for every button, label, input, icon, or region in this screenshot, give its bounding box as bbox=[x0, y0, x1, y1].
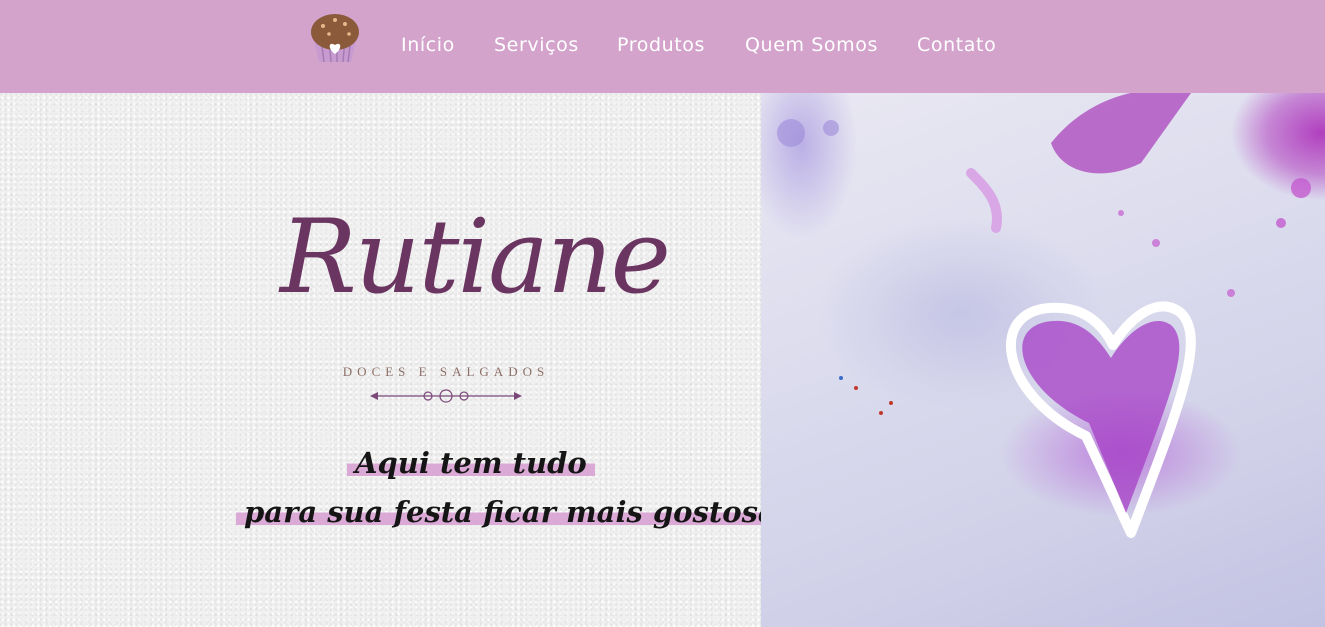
tagline-line-2: para sua festa ficar mais gostosa! bbox=[236, 495, 798, 529]
nav-link-contato[interactable]: Contato bbox=[917, 34, 996, 56]
heart-cookie-cutter-image bbox=[777, 93, 1311, 538]
tagline-line-1-text: Aqui tem tudo bbox=[347, 446, 595, 480]
cupcake-icon[interactable] bbox=[307, 8, 363, 66]
nav-link-servicos[interactable]: Serviços bbox=[494, 34, 579, 56]
hero-left-panel: Rutiane DOCES E SALGADOS Aqui tem tudo p… bbox=[0, 93, 798, 627]
nav-link-produtos[interactable]: Produtos bbox=[617, 34, 705, 56]
nav-link-quem-somos[interactable]: Quem Somos bbox=[745, 34, 878, 56]
brand-logo-text: Rutiane bbox=[280, 198, 671, 317]
nav-link-inicio[interactable]: Início bbox=[401, 34, 455, 56]
tagline-line-1: Aqui tem tudo bbox=[347, 446, 595, 480]
tagline-line-2-text: para sua festa ficar mais gostosa! bbox=[236, 495, 798, 529]
top-navbar: Início Serviços Produtos Quem Somos Cont… bbox=[0, 0, 1325, 93]
ornament-divider-icon bbox=[370, 389, 522, 403]
brand-subtitle: DOCES E SALGADOS bbox=[342, 364, 550, 379]
hero-image-panel bbox=[761, 93, 1325, 627]
